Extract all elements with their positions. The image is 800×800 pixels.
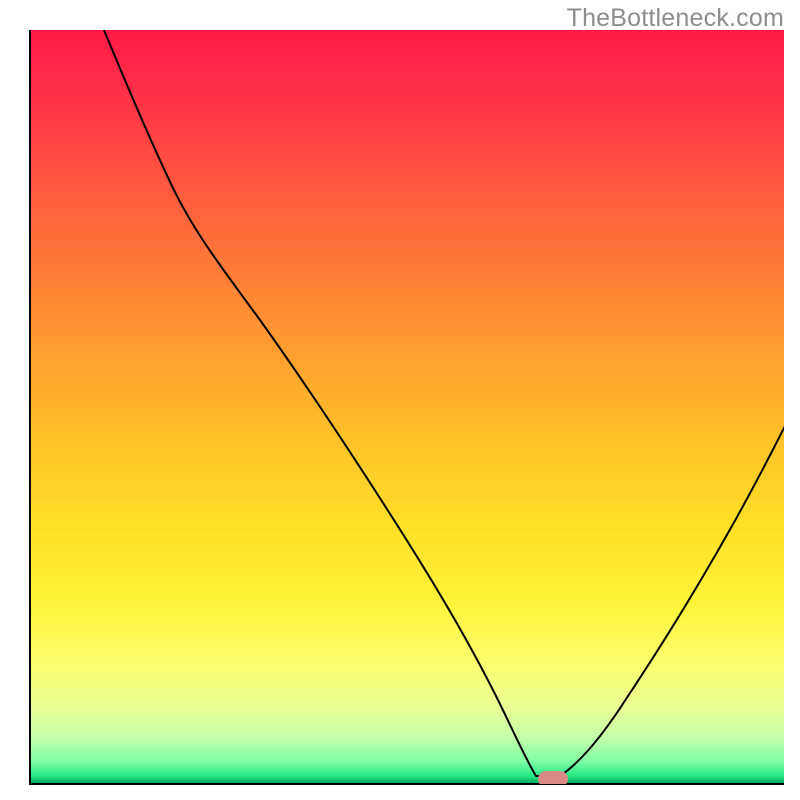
bottleneck-plot (0, 0, 800, 800)
chart-container: { "watermark": "TheBottleneck.com", "col… (0, 0, 800, 800)
plot-background (30, 30, 784, 784)
watermark-text: TheBottleneck.com (567, 4, 784, 33)
